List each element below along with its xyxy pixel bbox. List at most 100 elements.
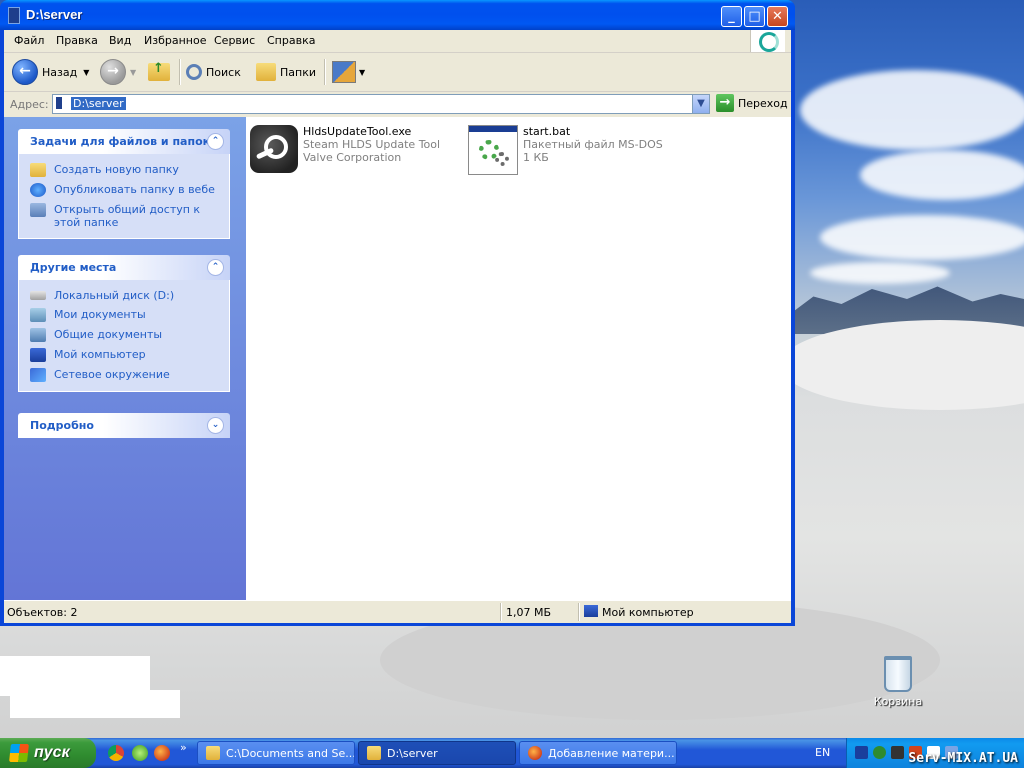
taskbar: пуск » C:\Documents and Se... D:\server … bbox=[0, 738, 1024, 768]
folder-icon bbox=[256, 63, 276, 81]
windows-flag-icon bbox=[9, 744, 29, 762]
task-share-folder[interactable]: Открыть общий доступ к этой папке bbox=[19, 200, 229, 232]
task-publish-web-label: Опубликовать папку в вебе bbox=[54, 183, 215, 196]
up-folder-icon: ↑ bbox=[148, 61, 170, 81]
recycle-bin-shortcut[interactable]: Корзина bbox=[870, 656, 926, 708]
menu-view[interactable]: Вид bbox=[109, 34, 131, 47]
task-share-folder-label: Открыть общий доступ к этой папке bbox=[54, 203, 201, 229]
place-shared-documents[interactable]: Общие документы bbox=[19, 325, 229, 345]
address-field[interactable]: D:\server ▼ bbox=[52, 94, 710, 114]
menu-edit[interactable]: Правка bbox=[56, 34, 98, 47]
address-label: Адрес: bbox=[10, 98, 49, 111]
folders-label: Папки bbox=[280, 65, 316, 79]
address-value[interactable]: D:\server bbox=[71, 97, 126, 110]
menu-file[interactable]: Файл bbox=[14, 34, 44, 47]
new-folder-icon bbox=[30, 163, 46, 177]
shared-documents-icon bbox=[30, 328, 46, 342]
views-button[interactable]: ▼ bbox=[332, 59, 365, 85]
task-new-folder[interactable]: Создать новую папку bbox=[19, 160, 229, 180]
file-description: Пакетный файл MS-DOS bbox=[523, 138, 663, 151]
monitor-tray-icon[interactable] bbox=[891, 746, 904, 759]
menu-bar: Файл Правка Вид Избранное Сервис Справка bbox=[4, 30, 791, 53]
antivirus-tray-icon[interactable] bbox=[873, 746, 886, 759]
window-title: D:\server bbox=[26, 7, 83, 22]
task-label: C:\Documents and Se... bbox=[226, 746, 355, 760]
menu-help[interactable]: Справка bbox=[267, 34, 315, 47]
tasks-panel-title: Задачи для файлов и папок bbox=[30, 135, 211, 148]
title-bar[interactable]: D:\server _ □ ✕ bbox=[0, 0, 795, 30]
recycle-bin-label: Корзина bbox=[873, 695, 923, 708]
status-separator bbox=[500, 603, 502, 621]
places-panel: Другие места ⌃ Локальный диск (D:) Мои д… bbox=[18, 255, 230, 392]
status-separator bbox=[578, 603, 580, 621]
forward-dropdown-icon[interactable]: ▼ bbox=[130, 68, 136, 77]
quicklaunch-chevron-icon[interactable]: » bbox=[180, 741, 187, 754]
task-label: D:\server bbox=[387, 746, 438, 760]
close-button[interactable]: ✕ bbox=[767, 6, 788, 27]
toolbar-separator bbox=[324, 59, 326, 85]
firefox-icon[interactable] bbox=[154, 745, 170, 761]
up-folder-button[interactable]: ↑ bbox=[148, 59, 170, 85]
go-arrow-icon: → bbox=[716, 94, 734, 112]
back-button[interactable]: ← Назад ▼ bbox=[12, 59, 89, 85]
tasks-panel-header[interactable]: Задачи для файлов и папок ⌃ bbox=[18, 129, 230, 154]
watermark: Serv-MIX.AT.UA bbox=[908, 751, 1018, 766]
file-name: HldsUpdateTool.exe bbox=[303, 125, 412, 138]
file-list: HldsUpdateTool.exe Steam HLDS Update Too… bbox=[246, 117, 791, 600]
content-area: Задачи для файлов и папок ⌃ Создать нову… bbox=[4, 117, 791, 600]
places-panel-header[interactable]: Другие места ⌃ bbox=[18, 255, 230, 280]
views-dropdown-icon: ▼ bbox=[359, 67, 366, 77]
maximize-icon: □ bbox=[748, 9, 761, 24]
publish-web-icon bbox=[30, 183, 46, 197]
taskbar-button-firefox[interactable]: Добавление матери... bbox=[519, 741, 677, 765]
menu-favorites[interactable]: Избранное bbox=[144, 34, 206, 47]
details-panel-header[interactable]: Подробно ⌄ bbox=[18, 413, 230, 438]
place-my-documents[interactable]: Мои документы bbox=[19, 305, 229, 325]
tasks-panel: Задачи для файлов и папок ⌃ Создать нову… bbox=[18, 129, 230, 239]
place-shared-documents-label: Общие документы bbox=[54, 328, 163, 341]
taskbar-button-server[interactable]: D:\server bbox=[358, 741, 516, 765]
icq-icon[interactable] bbox=[132, 745, 148, 761]
status-bar: Объектов: 2 1,07 МБ Мой компьютер bbox=[4, 600, 791, 623]
file-item[interactable]: HldsUpdateTool.exe Steam HLDS Update Too… bbox=[250, 125, 440, 173]
status-location: Мой компьютер bbox=[602, 606, 694, 619]
network-tray-icon[interactable] bbox=[855, 746, 868, 759]
windows-throbber-icon bbox=[759, 32, 779, 52]
forward-button[interactable]: → ▼ bbox=[100, 59, 136, 85]
menu-tools[interactable]: Сервис bbox=[214, 34, 255, 47]
place-my-computer[interactable]: Мой компьютер bbox=[19, 345, 229, 365]
file-item[interactable]: start.bat Пакетный файл MS-DOS 1 КБ bbox=[468, 125, 663, 175]
maximize-button[interactable]: □ bbox=[744, 6, 765, 27]
search-button[interactable]: Поиск bbox=[186, 59, 241, 85]
start-button[interactable]: пуск bbox=[0, 738, 96, 768]
folder-icon bbox=[367, 746, 381, 760]
my-documents-icon bbox=[30, 308, 46, 322]
minimize-button[interactable]: _ bbox=[721, 6, 742, 27]
recycle-bin-icon bbox=[884, 656, 912, 692]
go-label: Переход bbox=[738, 96, 788, 110]
go-button[interactable]: → Переход bbox=[716, 94, 788, 112]
forward-arrow-icon: → bbox=[100, 59, 126, 85]
expand-chevron-icon[interactable]: ⌄ bbox=[207, 417, 224, 434]
folder-window-icon bbox=[8, 7, 20, 24]
place-network[interactable]: Сетевое окружение bbox=[19, 365, 229, 385]
task-publish-web[interactable]: Опубликовать папку в вебе bbox=[19, 180, 229, 200]
address-bar: Адрес: D:\server ▼ → Переход bbox=[4, 92, 791, 116]
back-dropdown-icon[interactable]: ▼ bbox=[83, 68, 89, 77]
taskbar-button-documents[interactable]: C:\Documents and Se... bbox=[197, 741, 355, 765]
language-indicator[interactable]: EN bbox=[815, 746, 830, 759]
search-label: Поиск bbox=[206, 65, 241, 79]
file-company: Valve Corporation bbox=[303, 151, 402, 164]
folders-button[interactable]: Папки bbox=[256, 59, 316, 85]
window-body: Файл Правка Вид Избранное Сервис Справка… bbox=[4, 30, 791, 623]
file-size: 1 КБ bbox=[523, 151, 549, 164]
address-folder-icon bbox=[56, 97, 62, 109]
place-my-documents-label: Мои документы bbox=[54, 308, 146, 321]
place-local-disk-d[interactable]: Локальный диск (D:) bbox=[19, 286, 229, 305]
details-panel-title: Подробно bbox=[30, 419, 94, 432]
collapse-chevron-icon[interactable]: ⌃ bbox=[207, 259, 224, 276]
address-dropdown-icon[interactable]: ▼ bbox=[692, 95, 709, 113]
batch-file-icon bbox=[468, 125, 518, 175]
collapse-chevron-icon[interactable]: ⌃ bbox=[207, 133, 224, 150]
chrome-icon[interactable] bbox=[108, 745, 124, 761]
